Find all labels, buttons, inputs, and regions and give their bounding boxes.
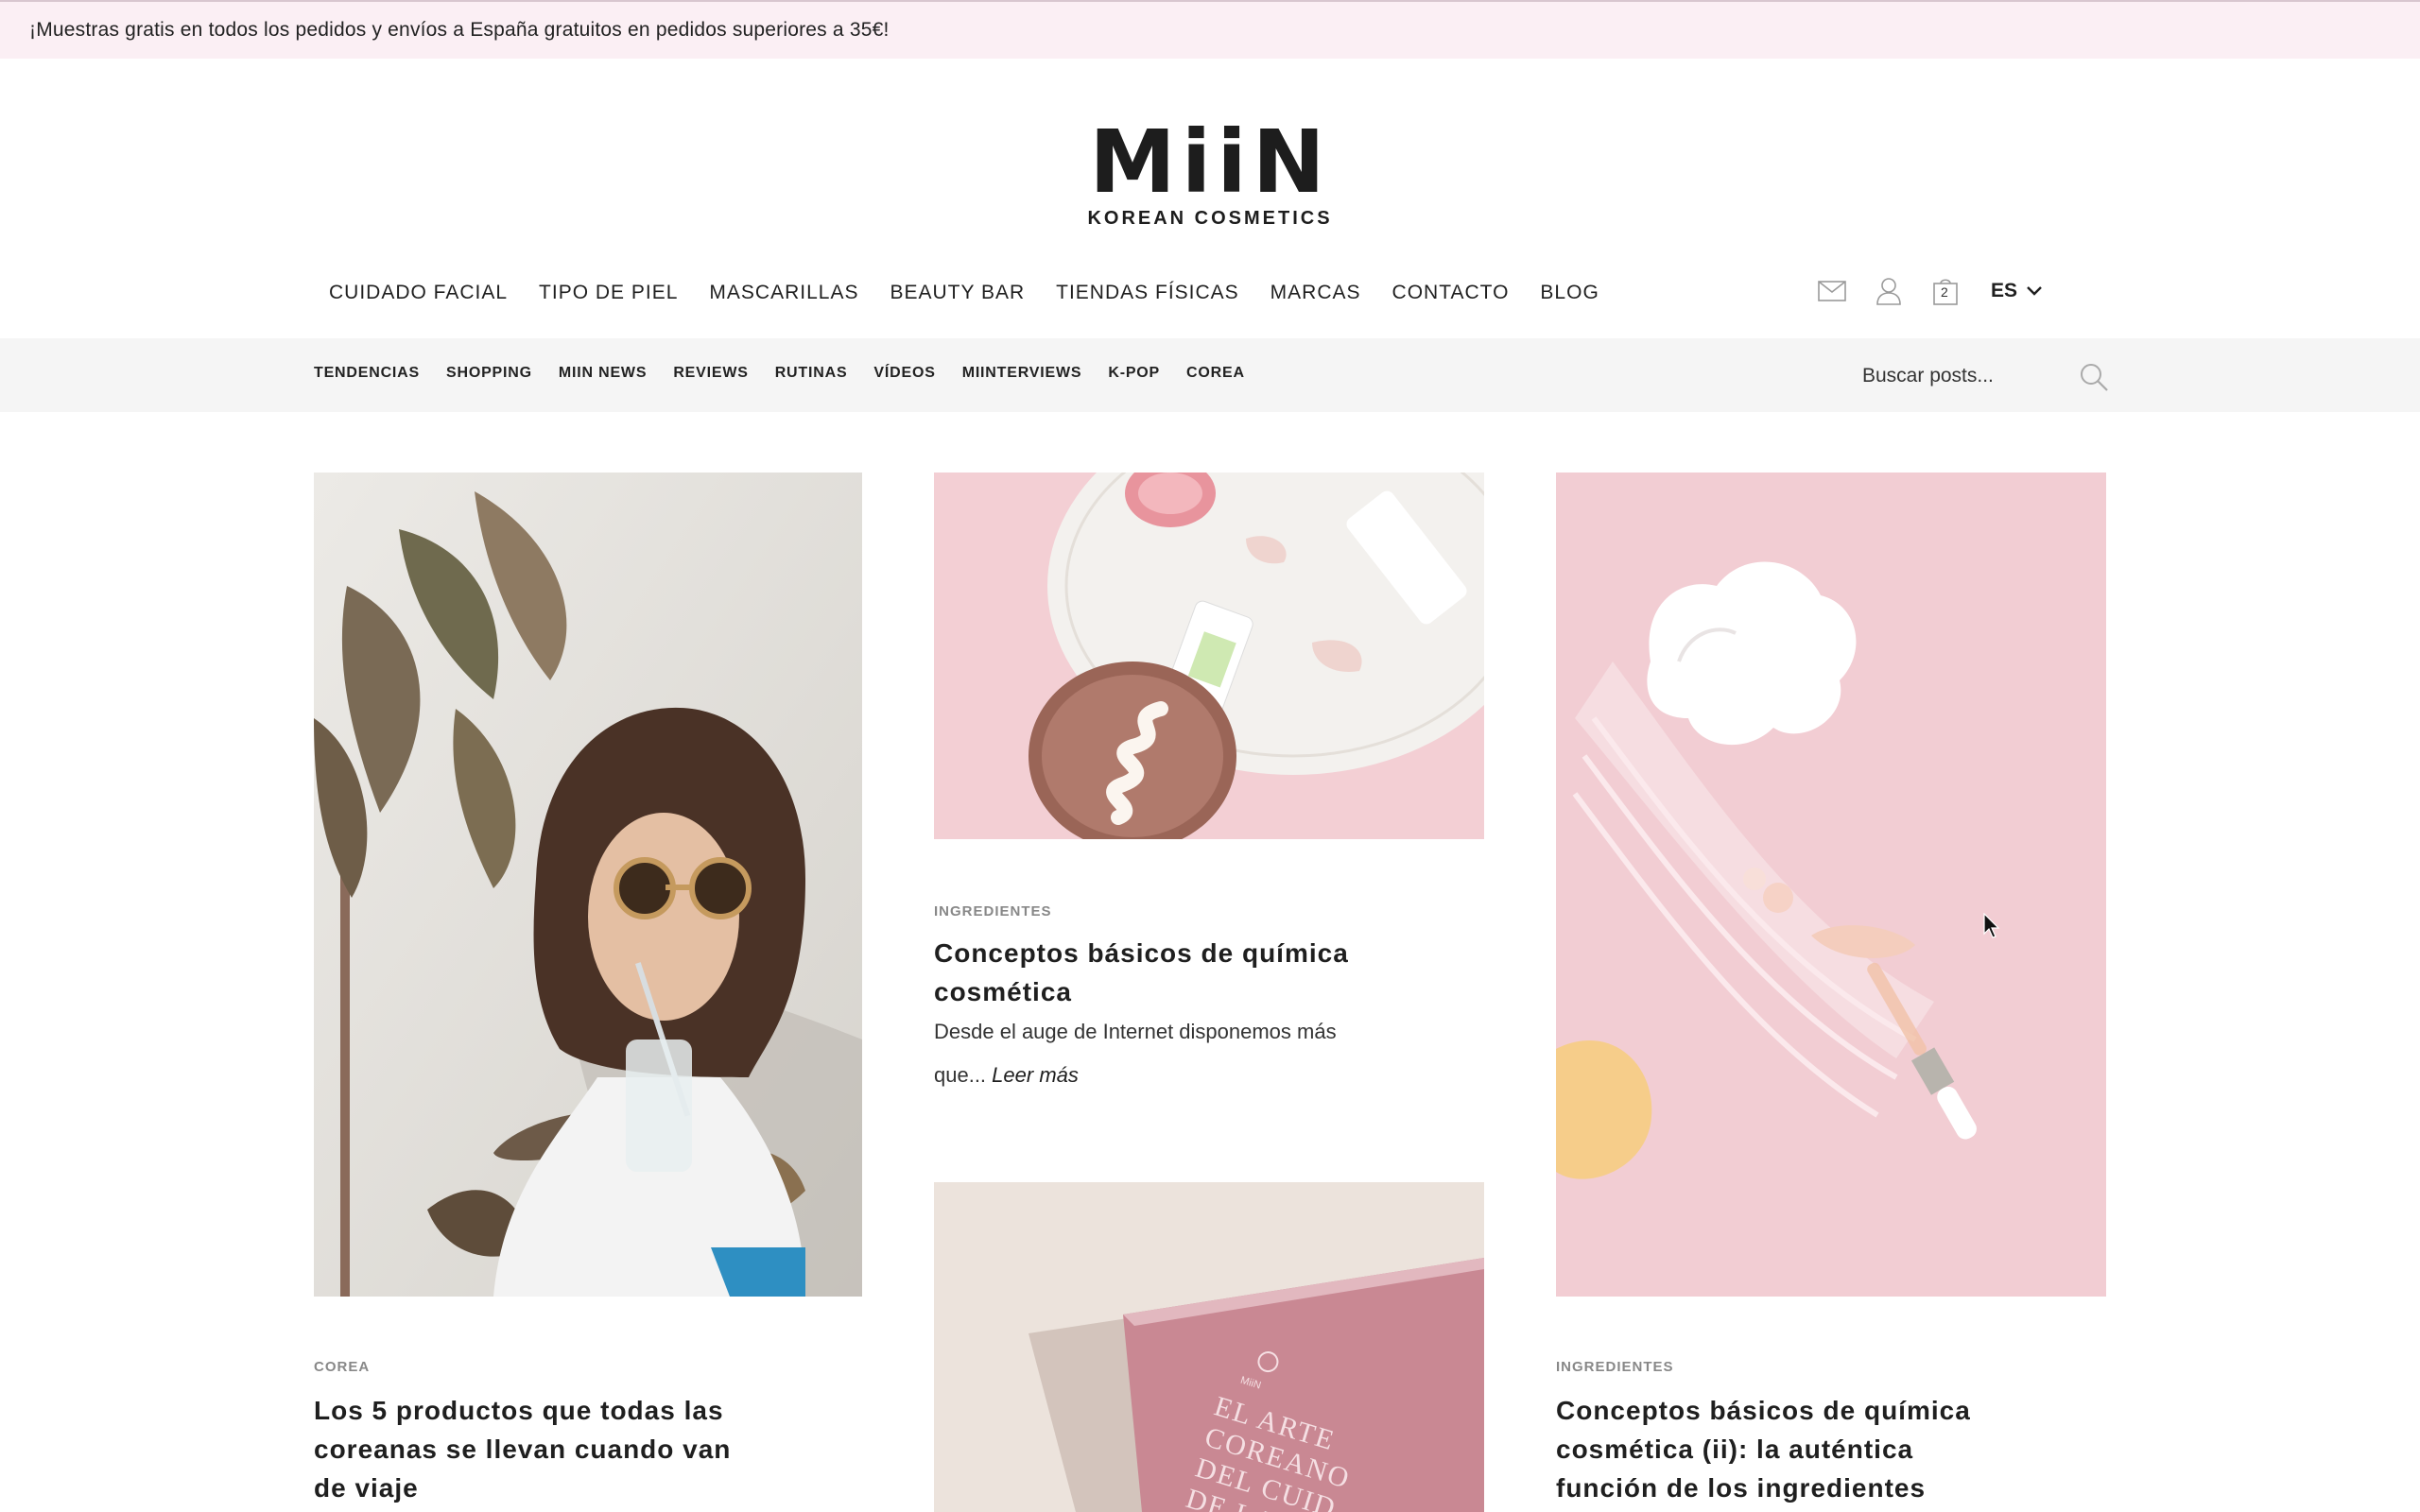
post-excerpt: Desde el auge de Internet disponemos más… — [934, 1010, 1463, 1097]
bag-icon[interactable]: 2 — [1928, 274, 1962, 308]
post-title-line: Conceptos básicos de química — [1556, 1396, 1971, 1425]
post-image-cream-tube[interactable] — [934, 472, 1484, 839]
post-title-line: Conceptos básicos de química — [934, 938, 1349, 968]
promo-text: ¡Muestras gratis en todos los pedidos y … — [29, 19, 890, 41]
user-icon[interactable] — [1872, 274, 1906, 308]
post-image-woman-drinking[interactable] — [314, 472, 862, 1297]
nav-beauty-bar[interactable]: BEAUTY BAR — [890, 282, 1025, 304]
cart-count: 2 — [1941, 284, 1948, 300]
post-title-line: coreanas se llevan cuando van — [314, 1435, 732, 1464]
post-category[interactable]: INGREDIENTES — [1556, 1359, 1674, 1375]
blog-subnav-bar: TENDENCIAS SHOPPING MIIN NEWS REVIEWS RU… — [0, 338, 2420, 412]
post-excerpt-tail: que... — [934, 1063, 987, 1087]
post-category[interactable]: INGREDIENTES — [934, 903, 1052, 919]
promo-banner: ¡Muestras gratis en todos los pedidos y … — [0, 0, 2420, 59]
post-title-line: función de los ingredientes — [1556, 1473, 1927, 1503]
chevron-down-icon — [2027, 286, 2042, 296]
mouse-cursor-icon — [1983, 913, 2000, 938]
read-more-link[interactable]: Leer más — [992, 1063, 1079, 1087]
nav-blog[interactable]: BLOG — [1540, 282, 1599, 304]
nav-cuidado-facial[interactable]: CUIDADO FACIAL — [329, 282, 508, 304]
subnav-rutinas[interactable]: RUTINAS — [775, 365, 848, 382]
nav-mascarillas[interactable]: MASCARILLAS — [709, 282, 858, 304]
mail-icon[interactable] — [1815, 274, 1849, 308]
post-title-line: cosmética — [934, 977, 1072, 1006]
search-input[interactable] — [1862, 357, 2070, 395]
nav-tipo-de-piel[interactable]: TIPO DE PIEL — [539, 282, 678, 304]
post-excerpt-line: que... Leer más — [934, 1054, 1463, 1097]
nav-marcas[interactable]: MARCAS — [1270, 282, 1361, 304]
subnav-corea[interactable]: COREA — [1186, 365, 1245, 382]
subnav-reviews[interactable]: REVIEWS — [673, 365, 748, 382]
logo-subtitle: KOREAN COSMETICS — [1087, 208, 1333, 229]
logo-mark: MiiN — [1089, 112, 1331, 213]
subnav-miin-news[interactable]: MIIN NEWS — [559, 365, 647, 382]
post-title-line: cosmética (ii): la auténtica — [1556, 1435, 1914, 1464]
post-title[interactable]: Los 5 productos que todas las coreanas s… — [314, 1391, 805, 1507]
blog-categories: TENDENCIAS SHOPPING MIIN NEWS REVIEWS RU… — [314, 365, 1271, 382]
language-selector[interactable]: ES — [1991, 280, 2042, 302]
subnav-tendencias[interactable]: TENDENCIAS — [314, 365, 420, 382]
subnav-videos[interactable]: VÍDEOS — [873, 365, 935, 382]
subnav-shopping[interactable]: SHOPPING — [446, 365, 532, 382]
blog-search — [1862, 357, 2114, 395]
header-utilities: 2 ES — [1815, 274, 2042, 308]
subnav-miinterviews[interactable]: MIINTERVIEWS — [962, 365, 1082, 382]
language-label: ES — [1991, 280, 2018, 301]
search-icon[interactable] — [2078, 361, 2110, 393]
nav-tiendas-fisicas[interactable]: TIENDAS FÍSICAS — [1056, 282, 1239, 304]
nav-contacto[interactable]: CONTACTO — [1392, 282, 1510, 304]
main-nav: CUIDADO FACIAL TIPO DE PIEL MASCARILLAS … — [329, 282, 1631, 304]
post-image-pink-book[interactable]: MiiN EL ARTE COREANO DEL CUID DE LA — [934, 1182, 1484, 1512]
post-excerpt-line: Desde el auge de Internet disponemos más — [934, 1020, 1337, 1043]
post-title[interactable]: Conceptos básicos de química cosmética — [934, 934, 1444, 1011]
site-logo[interactable]: MiiN KOREAN COSMETICS — [1087, 112, 1333, 230]
post-title-line: Los 5 productos que todas las — [314, 1396, 724, 1425]
subnav-kpop[interactable]: K-POP — [1108, 365, 1160, 382]
post-title[interactable]: Conceptos básicos de química cosmética (… — [1556, 1391, 2066, 1507]
post-title-line: de viaje — [314, 1473, 419, 1503]
post-category[interactable]: COREA — [314, 1359, 370, 1375]
post-image-cream-swatches[interactable] — [1556, 472, 2106, 1297]
